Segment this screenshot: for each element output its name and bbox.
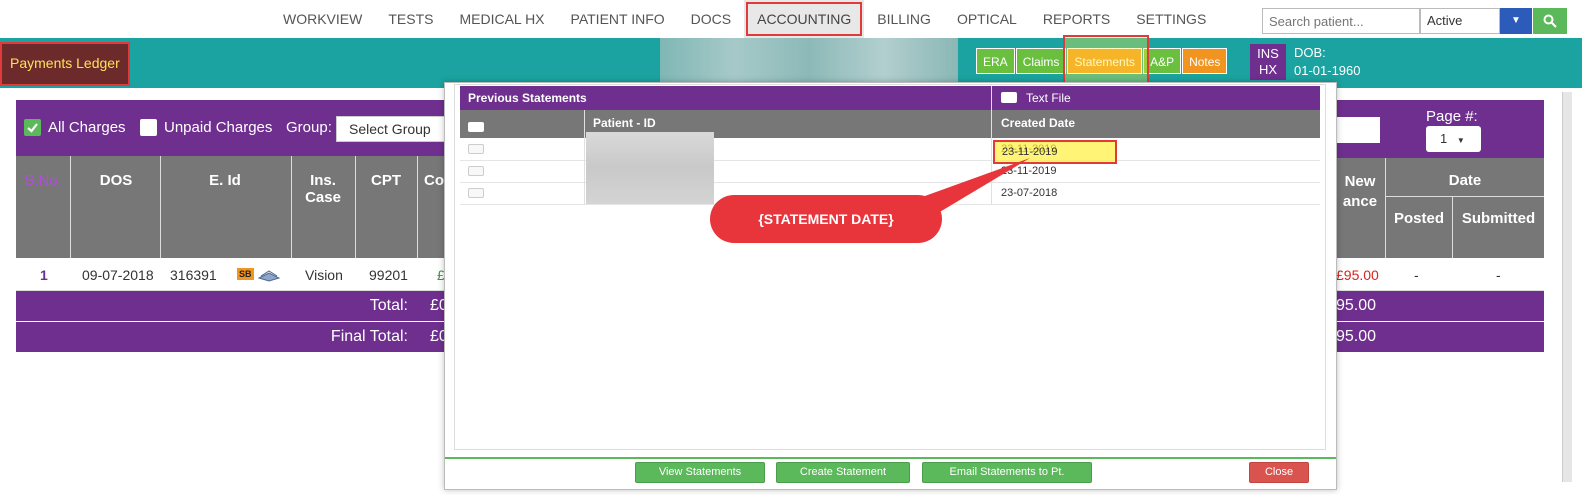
status-select[interactable]: Active xyxy=(1420,8,1500,34)
col-eid: E. Id xyxy=(209,172,241,189)
modal-footer-divider xyxy=(445,457,1336,459)
hx-label: HX xyxy=(1258,62,1278,77)
blurred-patient-banner xyxy=(660,38,958,82)
total-label: Total: xyxy=(369,297,408,314)
table-row-right: £95.00 - - xyxy=(1336,258,1544,291)
nav-accounting[interactable]: ACCOUNTING xyxy=(744,0,865,38)
ins-hx-button[interactable]: INS HX xyxy=(1250,44,1286,80)
row-cpt: 99201 xyxy=(369,267,408,283)
row-eid[interactable]: 316391 xyxy=(170,267,217,283)
nav-tests[interactable]: TESTS xyxy=(375,0,446,38)
close-button[interactable]: Close xyxy=(1249,462,1309,483)
dob-value: 01-01-1960 xyxy=(1294,63,1361,78)
col-created-date: Created Date xyxy=(1001,116,1076,130)
all-charges-label: All Charges xyxy=(48,119,126,136)
select-all-statements-checkbox[interactable] xyxy=(468,122,484,132)
col-ins-line1: Ins. xyxy=(310,172,336,189)
final-total-row: Final Total: £0 xyxy=(16,322,448,352)
statement-row-checkbox[interactable] xyxy=(468,166,484,176)
final-total-label: Final Total: xyxy=(330,328,408,345)
col-ins-line2: Case xyxy=(305,189,341,206)
create-statement-button[interactable]: Create Statement xyxy=(776,462,910,483)
col-patient-id: Patient - ID xyxy=(593,116,656,130)
row-submitted: - xyxy=(1496,267,1501,283)
caret-down-icon: ▼ xyxy=(1511,15,1521,26)
nav-docs[interactable]: DOCS xyxy=(678,0,744,38)
page-select[interactable]: 1 ▼ xyxy=(1426,126,1481,152)
previous-statements-header: Previous Statements Text File xyxy=(460,86,1320,110)
statement-date-callout: {STATEMENT DATE} xyxy=(710,195,942,243)
page-value: 1 xyxy=(1440,131,1448,146)
col-new-balance-line1: New xyxy=(1344,173,1376,190)
col-new-balance-line2: ance xyxy=(1342,193,1378,210)
unpaid-charges-label: Unpaid Charges xyxy=(164,119,273,136)
row-dos: 09-07-2018 xyxy=(82,267,154,283)
group-label: Group: xyxy=(286,119,332,136)
statement-row-checkbox[interactable] xyxy=(468,144,484,154)
col-submitted: Submitted xyxy=(1461,210,1536,227)
ins-label: INS xyxy=(1257,46,1279,61)
nav-settings[interactable]: SETTINGS xyxy=(1123,0,1219,38)
total-row-right: 95.00 xyxy=(1336,291,1544,321)
ledger-filter-bar-right: Page #: 1 ▼ xyxy=(1336,100,1544,158)
row-ins-case: Vision xyxy=(305,267,343,283)
col-date: Date xyxy=(1448,172,1482,189)
row-balance: £95.00 xyxy=(1336,267,1379,283)
group-select[interactable]: Select Group xyxy=(336,116,446,142)
nav-patient-info[interactable]: PATIENT INFO xyxy=(558,0,678,38)
ledger-table-header-right: New ance Date Posted Submitted xyxy=(1336,158,1544,258)
tab-notes[interactable]: Notes xyxy=(1182,48,1228,74)
unpaid-charges-checkbox[interactable] xyxy=(140,119,157,136)
page-label: Page #: xyxy=(1426,108,1478,125)
text-file-label: Text File xyxy=(1026,91,1071,105)
nav-billing[interactable]: BILLING xyxy=(864,0,944,38)
book-icon[interactable] xyxy=(257,268,281,285)
col-ins: Ins. Case xyxy=(292,172,354,206)
patient-search-input[interactable] xyxy=(1262,8,1420,34)
col-new-balance: New ance xyxy=(1336,172,1384,212)
nav-workview[interactable]: WORKVIEW xyxy=(270,0,375,38)
final-total-value-right: 95.00 xyxy=(1336,328,1377,345)
check-icon xyxy=(27,123,38,133)
view-statements-button[interactable]: View Statements xyxy=(635,462,765,483)
statement-row-checkbox[interactable] xyxy=(468,188,484,198)
tab-claims[interactable]: Claims xyxy=(1015,48,1067,74)
main-menu: WORKVIEW TESTS MEDICAL HX PATIENT INFO D… xyxy=(270,0,1219,38)
col-cpt: CPT xyxy=(371,172,401,189)
status-dropdown-button[interactable]: ▼ xyxy=(1500,8,1532,34)
payments-ledger-title: Payments Ledger xyxy=(0,42,130,86)
col-co: Co xyxy=(424,172,444,189)
top-nav: WORKVIEW TESTS MEDICAL HX PATIENT INFO D… xyxy=(0,0,1582,38)
sb-badge[interactable]: SB xyxy=(237,268,254,280)
nav-optical[interactable]: OPTICAL xyxy=(944,0,1030,38)
text-file-checkbox[interactable] xyxy=(1001,92,1017,103)
nav-reports[interactable]: REPORTS xyxy=(1030,0,1123,38)
search-icon xyxy=(1543,14,1557,28)
final-total-row-right: 95.00 xyxy=(1336,322,1544,352)
statements-highlight xyxy=(1063,35,1149,87)
col-dos: DOS xyxy=(99,172,133,189)
page-search-input[interactable] xyxy=(1336,117,1380,143)
email-statements-button[interactable]: Email Statements to Pt. xyxy=(922,462,1092,483)
page-scrollbar[interactable] xyxy=(1562,92,1572,482)
total-value-right: 95.00 xyxy=(1336,297,1377,314)
dob-label: DOB: xyxy=(1294,45,1326,60)
all-charges-checkbox[interactable] xyxy=(24,119,41,136)
row-sno: 1 xyxy=(40,267,48,283)
dob-display: DOB: 01-01-1960 xyxy=(1294,44,1361,80)
previous-statements-title: Previous Statements xyxy=(468,91,587,105)
col-sno: S.No. xyxy=(24,172,62,189)
blurred-patient-id xyxy=(586,132,714,204)
nav-medical-hx[interactable]: MEDICAL HX xyxy=(446,0,557,38)
row-posted: - xyxy=(1414,267,1419,283)
col-posted: Posted xyxy=(1393,210,1444,227)
total-row: Total: £0 xyxy=(16,291,448,321)
caret-down-icon: ▼ xyxy=(1456,136,1465,145)
search-button[interactable] xyxy=(1533,8,1567,34)
tab-era[interactable]: ERA xyxy=(976,48,1015,74)
